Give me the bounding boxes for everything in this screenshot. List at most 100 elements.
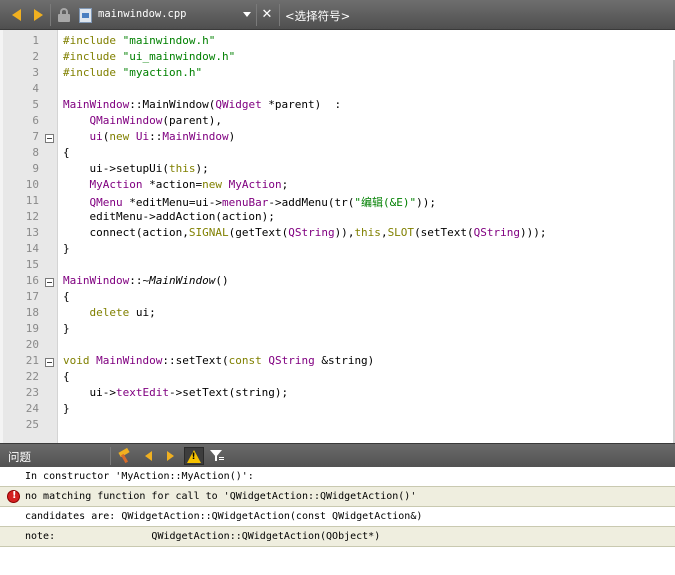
code-line[interactable]: ui->setupUi(this); (63, 162, 209, 175)
code-token: } (63, 402, 70, 415)
issue-row[interactable]: candidates are: QWidgetAction::QWidgetAc… (0, 507, 675, 527)
code-token: :: (149, 130, 163, 143)
build-hammer-icon[interactable] (117, 447, 133, 464)
fold-toggle-icon[interactable] (45, 358, 54, 367)
code-token: )); (416, 196, 437, 209)
forward-arrow-icon[interactable] (30, 7, 46, 23)
code-token: *parent) : (261, 98, 342, 111)
line-number: 18 (25, 306, 39, 319)
fold-toggle-icon[interactable] (45, 278, 54, 287)
code-token: QWidget (215, 98, 262, 111)
code-line[interactable]: editMenu->addAction(action); (63, 210, 274, 223)
line-number: 21 (25, 354, 39, 367)
back-arrow-icon[interactable] (8, 7, 24, 23)
filter-icon[interactable] (209, 448, 225, 464)
file-selector-label[interactable]: mainwindow.cpp (98, 8, 187, 20)
code-line[interactable]: #include "ui_mainwindow.h" (63, 50, 235, 63)
fold-toggle-icon[interactable] (45, 134, 54, 143)
code-line[interactable]: QMenu *editMenu=ui->menuBar->addMenu(tr(… (63, 194, 437, 210)
line-number: 4 (32, 82, 39, 95)
code-token: { (63, 146, 70, 159)
code-token: } (63, 322, 70, 335)
code-token: ui-> (63, 386, 116, 399)
line-number: 6 (32, 114, 39, 127)
code-line[interactable]: #include "myaction.h" (63, 66, 202, 79)
issue-row[interactable]: note: QWidgetAction::QWidgetAction(QObje… (0, 527, 675, 547)
cpp-file-icon (77, 7, 93, 23)
line-number: 16 (25, 274, 39, 287)
code-token: MyAction (228, 178, 282, 191)
issues-list: In constructor 'MyAction::MyAction()': n… (0, 467, 675, 575)
code-token: ui->setupUi( (63, 162, 169, 175)
warning-filter-icon[interactable] (184, 447, 204, 465)
code-line[interactable]: ui->textEdit->setText(string); (63, 386, 288, 399)
code-line[interactable]: { (63, 146, 70, 159)
code-line[interactable]: } (63, 402, 70, 415)
chevron-down-icon[interactable] (243, 12, 251, 17)
code-token: void (63, 354, 90, 367)
next-issue-icon[interactable] (162, 448, 178, 464)
line-number: 2 (32, 50, 39, 63)
line-number: 17 (25, 290, 39, 303)
issue-row[interactable]: In constructor 'MyAction::MyAction()': (0, 467, 675, 487)
code-token: )) (334, 226, 348, 239)
code-token: ) (228, 130, 236, 143)
issue-text: note: QWidgetAction::QWidgetAction(QObje… (25, 531, 381, 542)
previous-issue-icon[interactable] (140, 448, 156, 464)
code-token: () (215, 274, 229, 287)
code-token: ->setText(string); (168, 386, 289, 399)
code-token: ::setText( (162, 354, 229, 367)
code-editor[interactable]: 1 2 3 4 5 6 7 8 9 10 11 12 13 14 15 16 1… (0, 30, 675, 473)
code-token: this (168, 162, 196, 175)
code-line[interactable]: MainWindow::MainWindow(QWidget *parent) … (63, 98, 341, 111)
toolbar-separator (256, 4, 257, 26)
code-line[interactable]: delete ui; (63, 306, 156, 319)
code-token: connect(action, (63, 226, 189, 239)
code-token: new (202, 178, 222, 191)
code-line[interactable]: { (63, 370, 70, 383)
line-number: 3 (32, 66, 39, 79)
line-number: 25 (25, 418, 39, 431)
code-line[interactable]: } (63, 322, 70, 335)
editor-toolbar: mainwindow.cpp ✕ <选择符号> (0, 0, 675, 30)
error-icon (7, 490, 20, 503)
issue-text: candidates are: QWidgetAction::QWidgetAc… (25, 511, 423, 522)
code-line[interactable]: #include "mainwindow.h" (63, 34, 215, 47)
code-token: ))); (520, 226, 547, 239)
line-number: 14 (25, 242, 39, 255)
code-token: ); (195, 162, 209, 175)
code-line[interactable]: connect(action,SIGNAL(getText(QString)),… (63, 226, 547, 239)
code-token: "ui_mainwindow.h" (122, 50, 236, 63)
code-line[interactable]: } (63, 242, 70, 255)
code-token: (getText( (228, 226, 289, 239)
line-number: 5 (32, 98, 39, 111)
code-token: { (63, 370, 70, 383)
line-number: 1 (32, 34, 39, 47)
code-token: const (228, 354, 262, 367)
symbol-selector[interactable]: <选择符号> (285, 8, 350, 24)
code-line[interactable]: MyAction *action=new MyAction; (63, 178, 289, 191)
code-token: #include (63, 50, 123, 63)
line-number: 24 (25, 402, 39, 415)
code-token: #include (63, 34, 123, 47)
line-number: 13 (25, 226, 39, 239)
code-line[interactable]: void MainWindow::setText(const QString &… (63, 354, 374, 367)
code-line[interactable]: { (63, 290, 70, 303)
issues-panel-header: 问题 (0, 443, 675, 467)
code-token: Ui (135, 130, 150, 143)
close-document-icon[interactable]: ✕ (260, 8, 274, 22)
code-token: ->addMenu(tr( (268, 196, 355, 209)
toolbar-separator (279, 4, 280, 26)
issue-row[interactable]: no matching function for call to 'QWidge… (0, 487, 675, 507)
code-token: &string) (314, 354, 375, 367)
code-line[interactable]: MainWindow::~MainWindow() (63, 274, 229, 287)
code-token: textEdit (115, 386, 169, 399)
code-line[interactable]: ui(new Ui::MainWindow) (63, 130, 236, 143)
code-line[interactable]: QMainWindow(parent), (63, 114, 222, 127)
lock-icon[interactable] (56, 7, 72, 23)
